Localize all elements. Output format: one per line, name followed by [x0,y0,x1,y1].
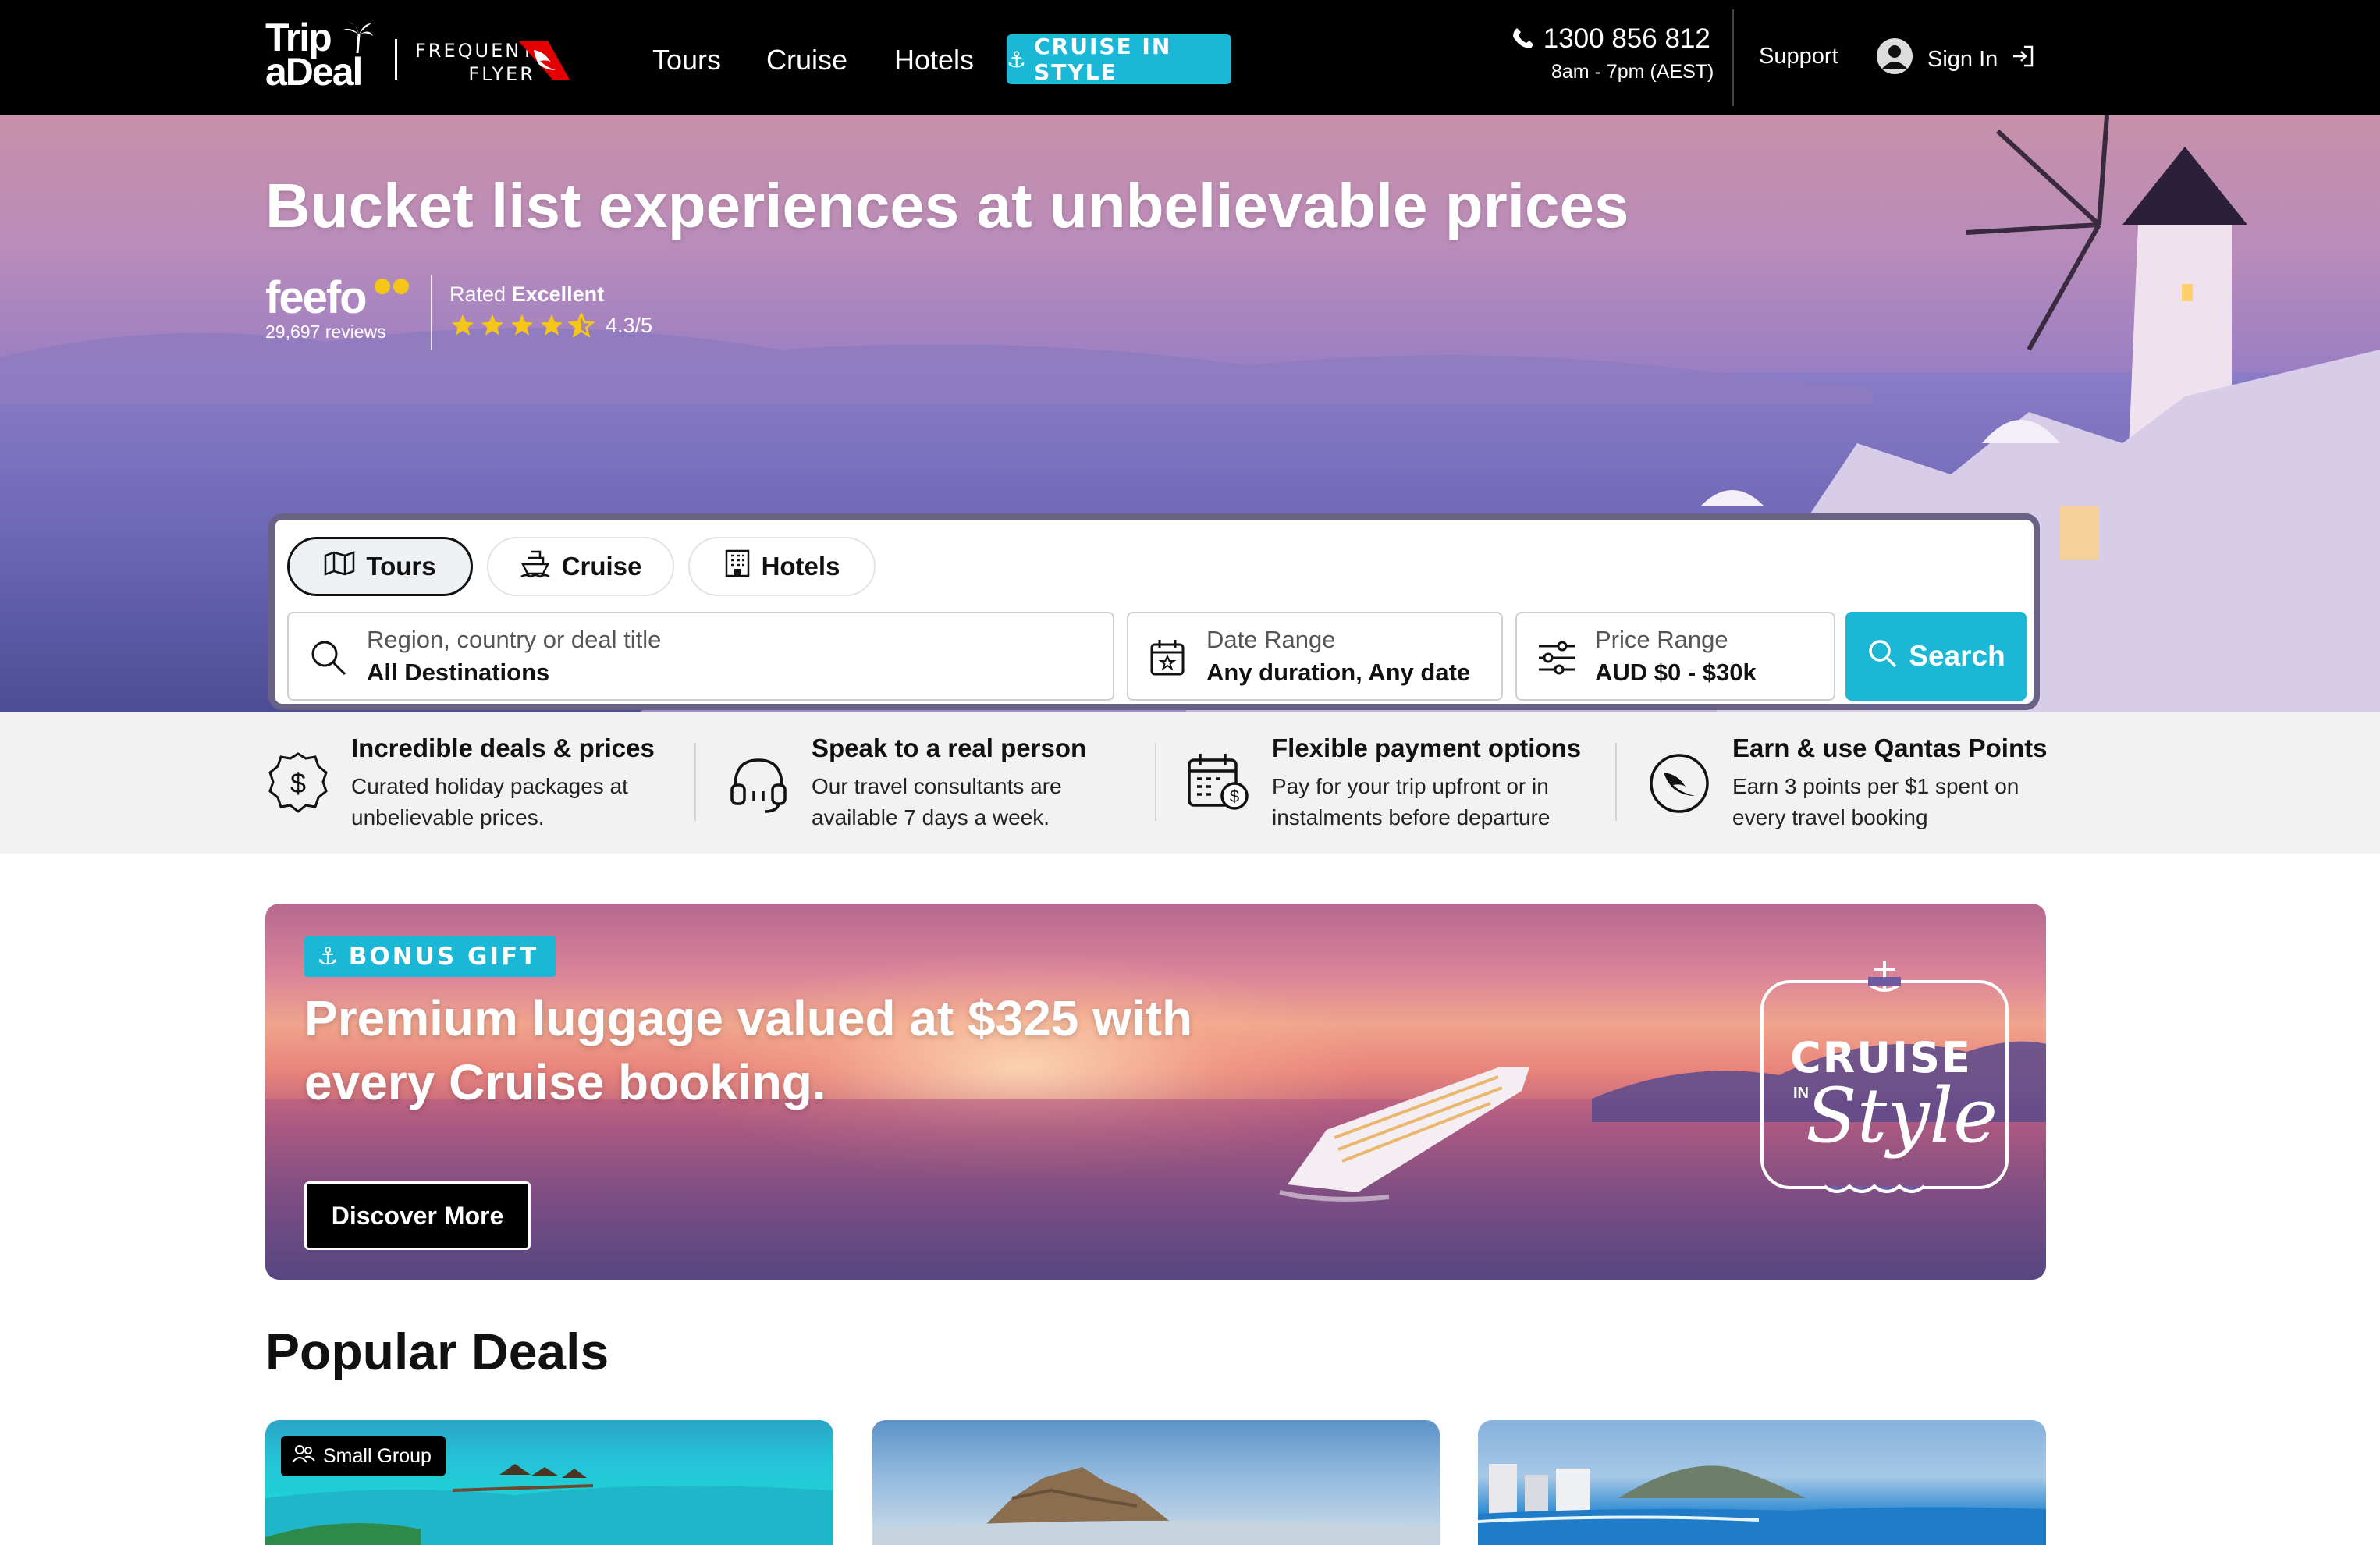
deal-card[interactable] [1478,1420,2046,1545]
destination-field[interactable]: Region, country or deal title All Destin… [287,612,1114,701]
user-avatar-icon[interactable] [1876,37,1913,75]
deal-image-beach [1478,1464,2046,1545]
map-icon [324,551,355,582]
sliders-icon [1536,637,1578,679]
phone-number: 1300 856 812 [1543,23,1710,54]
search-button[interactable]: Search [1845,612,2027,701]
cruise-in-style-label: CRUISE IN STYLE [1034,34,1172,85]
nav-link-hotels[interactable]: Hotels [894,44,974,76]
feefo-logo[interactable]: feefo [265,272,368,324]
review-count: 29,697 reviews [265,321,386,342]
deal-card[interactable] [872,1420,1440,1545]
dollar-badge-icon: $ [265,751,331,816]
anchor-icon: ⚓ [317,943,341,971]
promo-title: Premium luggage valued at $325 with ever… [304,990,1193,1110]
cruise-in-style-button[interactable]: ⚓ CRUISE IN STYLE [1007,34,1231,85]
feature-divider [1615,743,1617,821]
building-icon [724,549,751,584]
tab-cruise[interactable]: Cruise [487,537,674,596]
tripadeal-logo[interactable]: Trip aDeal [265,18,375,95]
anchor-icon: ⚓ [1007,46,1028,73]
sign-in-label: Sign In [1927,46,1998,72]
feature-title: Earn & use Qantas Points [1732,733,2048,762]
nav-divider [1732,9,1734,106]
feature-desc: Our travel consultants are available 7 d… [812,774,1062,829]
price-range-label: Price Range [1595,626,1728,653]
feefo-eyes-icon [373,276,412,300]
search-icon [1867,638,1898,676]
svg-text:$: $ [290,767,306,799]
tab-hotels-label: Hotels [761,552,840,581]
cruise-ship-image [1279,1067,1529,1202]
logo-style-word: Style [1806,1072,1998,1160]
rated-word: Excellent [511,282,605,306]
rating-divider [431,275,432,350]
sign-in-link[interactable]: Sign In [1927,44,2035,75]
hero-banner: Bucket list experiences at unbelievable … [0,115,2380,712]
tab-hotels[interactable]: Hotels [688,537,876,596]
phone-link[interactable]: 1300 856 812 [1511,23,1710,55]
deal-image-rock [872,1467,1440,1545]
calendar-star-icon [1147,637,1189,679]
group-icon [292,1444,315,1469]
rated-text: Rated Excellent [449,282,604,307]
tab-tours[interactable]: Tours [287,537,473,596]
tab-tours-label: Tours [366,552,436,581]
nav-link-cruise[interactable]: Cruise [766,44,847,76]
small-group-label: Small Group [323,1444,432,1467]
qantas-kangaroo-icon [517,39,571,81]
destination-label: Region, country or deal title [367,626,662,653]
small-group-tag: Small Group [281,1436,446,1476]
phone-hours: 8am - 7pm (AEST) [1551,61,1714,83]
bonus-gift-label: BONUS GIFT [348,943,539,971]
ship-icon [520,549,551,584]
sign-in-arrow-icon [2010,44,2035,75]
price-range-value: AUD $0 - $30k [1595,659,1757,686]
rating-score: 4.3/5 [606,313,653,337]
headset-icon [726,751,791,816]
features-strip: $ Incredible deals & prices Curated holi… [0,712,2380,854]
date-range-field[interactable]: Date Range Any duration, Any date [1127,612,1503,701]
star-icon [540,314,563,336]
nav-link-tours[interactable]: Tours [652,44,721,76]
deal-card[interactable]: Small Group [265,1420,833,1545]
date-range-value: Any duration, Any date [1206,659,1471,686]
support-link[interactable]: Support [1759,44,1838,69]
feature-desc: Pay for your trip upfront or in instalme… [1272,774,1551,829]
feature-title: Speak to a real person [812,733,1087,762]
search-button-label: Search [1909,640,2005,672]
svg-text:$: $ [1230,787,1239,806]
qantas-icon [1646,751,1712,816]
top-navbar: Trip aDeal FREQUENT FLYER Tours Cruise H… [0,0,2380,115]
feature-desc: Curated holiday packages at unbelievable… [351,774,628,829]
logo-divider [395,39,397,80]
palm-tree-icon [340,20,375,62]
rated-prefix: Rated [449,282,506,306]
feature-divider [1155,743,1156,821]
star-half-icon [568,312,595,338]
star-rating: 4.3/5 [449,312,652,339]
star-icon [451,314,474,336]
tab-cruise-label: Cruise [561,552,642,581]
cruise-in-style-logo: CRUISE IN Style [1759,961,2010,1195]
price-range-field[interactable]: Price Range AUD $0 - $30k [1515,612,1835,701]
search-panel: Tours Cruise Hotels Region, country or d… [268,513,2040,710]
feature-title: Flexible payment options [1272,733,1582,762]
feature-divider [694,743,696,821]
star-icon [510,314,534,336]
bonus-gift-badge: ⚓ BONUS GIFT [304,936,556,977]
date-range-label: Date Range [1206,626,1336,653]
search-icon [307,637,350,679]
hero-title: Bucket list experiences at unbelievable … [265,171,1629,240]
destination-value: All Destinations [367,659,550,686]
feature-desc: Earn 3 points per $1 spent on every trav… [1732,774,2019,829]
calendar-dollar-icon: $ [1186,751,1252,816]
phone-icon [1511,23,1543,54]
star-icon [481,314,504,336]
feature-title: Incredible deals & prices [351,733,655,762]
promo-banner[interactable]: ⚓ BONUS GIFT Premium luggage valued at $… [265,904,2046,1280]
discover-more-button[interactable]: Discover More [304,1181,531,1250]
popular-deals-title: Popular Deals [265,1323,609,1380]
